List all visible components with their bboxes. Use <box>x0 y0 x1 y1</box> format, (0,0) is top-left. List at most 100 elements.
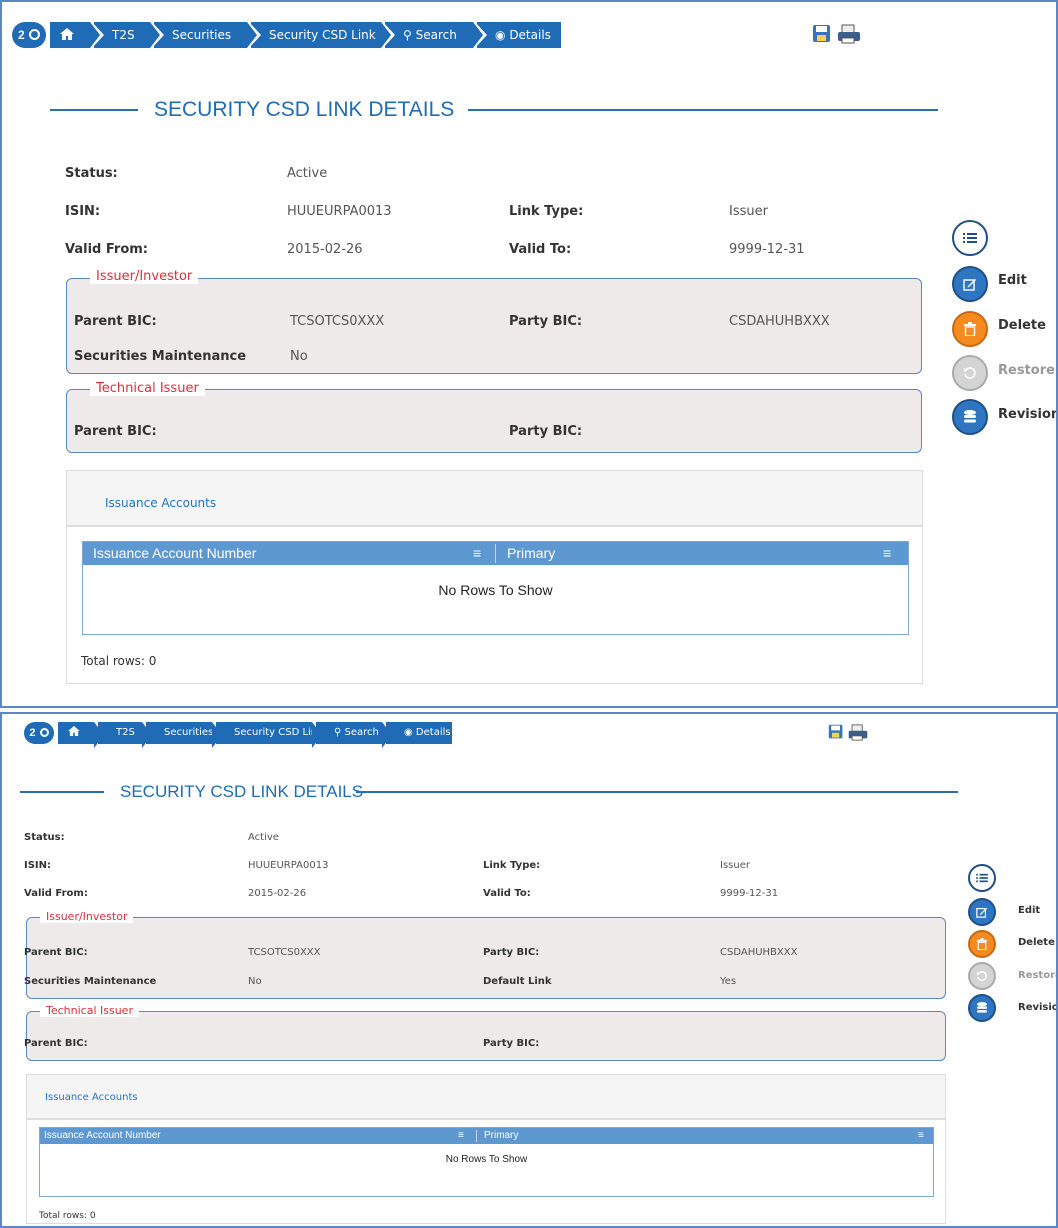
list-action-button[interactable] <box>968 864 996 892</box>
column-divider <box>476 1130 477 1142</box>
search-icon: ⚲ <box>334 727 342 738</box>
breadcrumb-label: Search <box>415 28 457 42</box>
save-icon[interactable] <box>828 724 844 740</box>
tech-parent-bic-label: Parent BIC: <box>74 424 157 439</box>
printer-icon[interactable] <box>836 24 862 44</box>
column-menu-icon[interactable]: ≡ <box>918 1128 924 1144</box>
page-title: SECURITY CSD LINK DETAILS <box>154 98 455 121</box>
party-bic-label: Party BIC: <box>509 314 583 329</box>
edit-label[interactable]: Edit <box>998 273 1027 288</box>
grid-header: Issuance Account Number ≡ Primary ≡ <box>40 1128 933 1144</box>
history-badge[interactable]: 2 <box>12 22 46 48</box>
link-type-value: Issuer <box>729 204 768 219</box>
column-primary[interactable]: Primary <box>484 1128 518 1144</box>
technical-issuer-fieldset <box>66 389 922 453</box>
edit-label[interactable]: Edit <box>1018 905 1040 916</box>
restore-label[interactable]: Restore <box>1018 970 1056 981</box>
delete-button[interactable] <box>968 930 996 958</box>
delete-label[interactable]: Delete <box>1018 937 1055 948</box>
restore-label[interactable]: Restore <box>998 363 1055 378</box>
breadcrumb-security-csd-link[interactable]: Security CSD Link <box>216 722 323 748</box>
screenshot-lower: 2 T2S Securities Security CSD Link ⚲ Sea… <box>0 712 1058 1228</box>
revisions-button[interactable] <box>952 399 988 435</box>
party-bic-value: CSDAHUHBXXX <box>729 314 830 329</box>
list-icon <box>976 873 988 883</box>
issuance-accounts-panel: Issuance Accounts Issuance Account Numbe… <box>26 1074 946 1224</box>
list-action-button[interactable] <box>952 220 988 256</box>
breadcrumb-search[interactable]: ⚲ Search <box>316 722 392 748</box>
revisions-label[interactable]: Revisions <box>998 407 1056 422</box>
tech-party-bic-label: Party BIC: <box>483 1038 540 1049</box>
column-divider <box>495 544 496 563</box>
delete-label[interactable]: Delete <box>998 318 1046 333</box>
securities-maintenance-value: No <box>248 976 262 987</box>
edit-button[interactable] <box>968 898 996 926</box>
isin-label: ISIN: <box>24 860 52 871</box>
isin-value: HUUEURPA0013 <box>287 204 392 219</box>
valid-to-label: Valid To: <box>483 888 531 899</box>
issuer-investor-legend: Issuer/Investor <box>40 910 134 923</box>
issuance-accounts-grid: Issuance Account Number ≡ Primary ≡ No R… <box>82 541 909 635</box>
history-badge[interactable]: 2 <box>24 722 54 744</box>
valid-from-value: 2015-02-26 <box>287 242 363 257</box>
column-menu-icon[interactable]: ≡ <box>883 542 891 565</box>
restore-icon <box>964 367 976 379</box>
title-rule-right <box>468 109 938 111</box>
issuance-accounts-header: Issuance Accounts <box>27 1075 945 1120</box>
breadcrumb-t2s[interactable]: T2S <box>98 722 152 748</box>
issuance-accounts-title: Issuance Accounts <box>45 1092 138 1103</box>
issuer-investor-legend: Issuer/Investor <box>90 269 199 284</box>
breadcrumb-label: Details <box>415 727 451 738</box>
delete-button[interactable] <box>952 311 988 347</box>
breadcrumb-details[interactable]: ◉ Details <box>386 722 452 744</box>
edit-button[interactable] <box>952 266 988 302</box>
valid-to-value: 9999-12-31 <box>720 888 779 899</box>
save-icon[interactable] <box>812 24 832 44</box>
valid-from-label: Valid From: <box>65 242 149 257</box>
breadcrumb-security-csd-link[interactable]: Security CSD Link <box>249 22 391 48</box>
parent-bic-value: TCSOTCS0XXX <box>290 314 385 329</box>
breadcrumb-search[interactable]: ⚲ Search <box>383 22 483 48</box>
restore-button[interactable] <box>952 355 988 391</box>
restore-button[interactable] <box>968 962 996 990</box>
total-rows: Total rows: 0 <box>81 654 157 668</box>
isin-value: HUUEURPA0013 <box>248 860 329 871</box>
breadcrumb-label: Securities <box>172 28 232 42</box>
breadcrumb-label: Details <box>509 28 551 42</box>
no-rows-message: No Rows To Show <box>445 1154 528 1165</box>
column-primary[interactable]: Primary <box>507 542 555 565</box>
valid-from-value: 2015-02-26 <box>248 888 307 899</box>
parent-bic-value: TCSOTCS0XXX <box>248 947 321 958</box>
column-issuance-account-number[interactable]: Issuance Account Number <box>44 1128 161 1144</box>
eye-icon: ◉ <box>404 727 413 738</box>
breadcrumb-label: Security CSD Link <box>269 28 376 42</box>
no-rows-message: No Rows To Show <box>438 582 553 598</box>
breadcrumb-securities[interactable]: Securities <box>146 722 222 748</box>
list-icon <box>963 233 977 243</box>
home-icon <box>68 726 80 736</box>
technical-issuer-fieldset <box>26 1011 946 1061</box>
column-menu-icon[interactable]: ≡ <box>473 542 481 565</box>
revisions-label[interactable]: Revisions <box>1018 1002 1056 1013</box>
revisions-button[interactable] <box>968 994 996 1022</box>
title-rule-left <box>20 791 104 793</box>
breadcrumb-t2s[interactable]: T2S <box>92 22 160 48</box>
column-issuance-account-number[interactable]: Issuance Account Number <box>93 542 256 565</box>
status-label: Status: <box>24 832 65 843</box>
breadcrumb-home[interactable] <box>50 22 100 48</box>
title-rule-right <box>356 791 958 793</box>
breadcrumb-securities[interactable]: Securities <box>152 22 257 48</box>
eye-icon: ◉ <box>495 28 506 42</box>
history-count: 2 <box>17 28 25 42</box>
breadcrumb-home[interactable] <box>58 722 104 748</box>
technical-issuer-legend: Technical Issuer <box>90 381 205 396</box>
edit-icon <box>963 279 976 291</box>
breadcrumb-label: Search <box>344 727 379 738</box>
column-menu-icon[interactable]: ≡ <box>458 1128 464 1144</box>
status-value: Active <box>248 832 279 843</box>
printer-icon[interactable] <box>847 724 869 741</box>
restore-icon <box>976 971 987 982</box>
issuance-accounts-panel: Issuance Accounts Issuance Account Numbe… <box>66 470 923 684</box>
breadcrumb-label: T2S <box>112 28 135 42</box>
breadcrumb-details[interactable]: ◉ Details <box>475 22 561 48</box>
